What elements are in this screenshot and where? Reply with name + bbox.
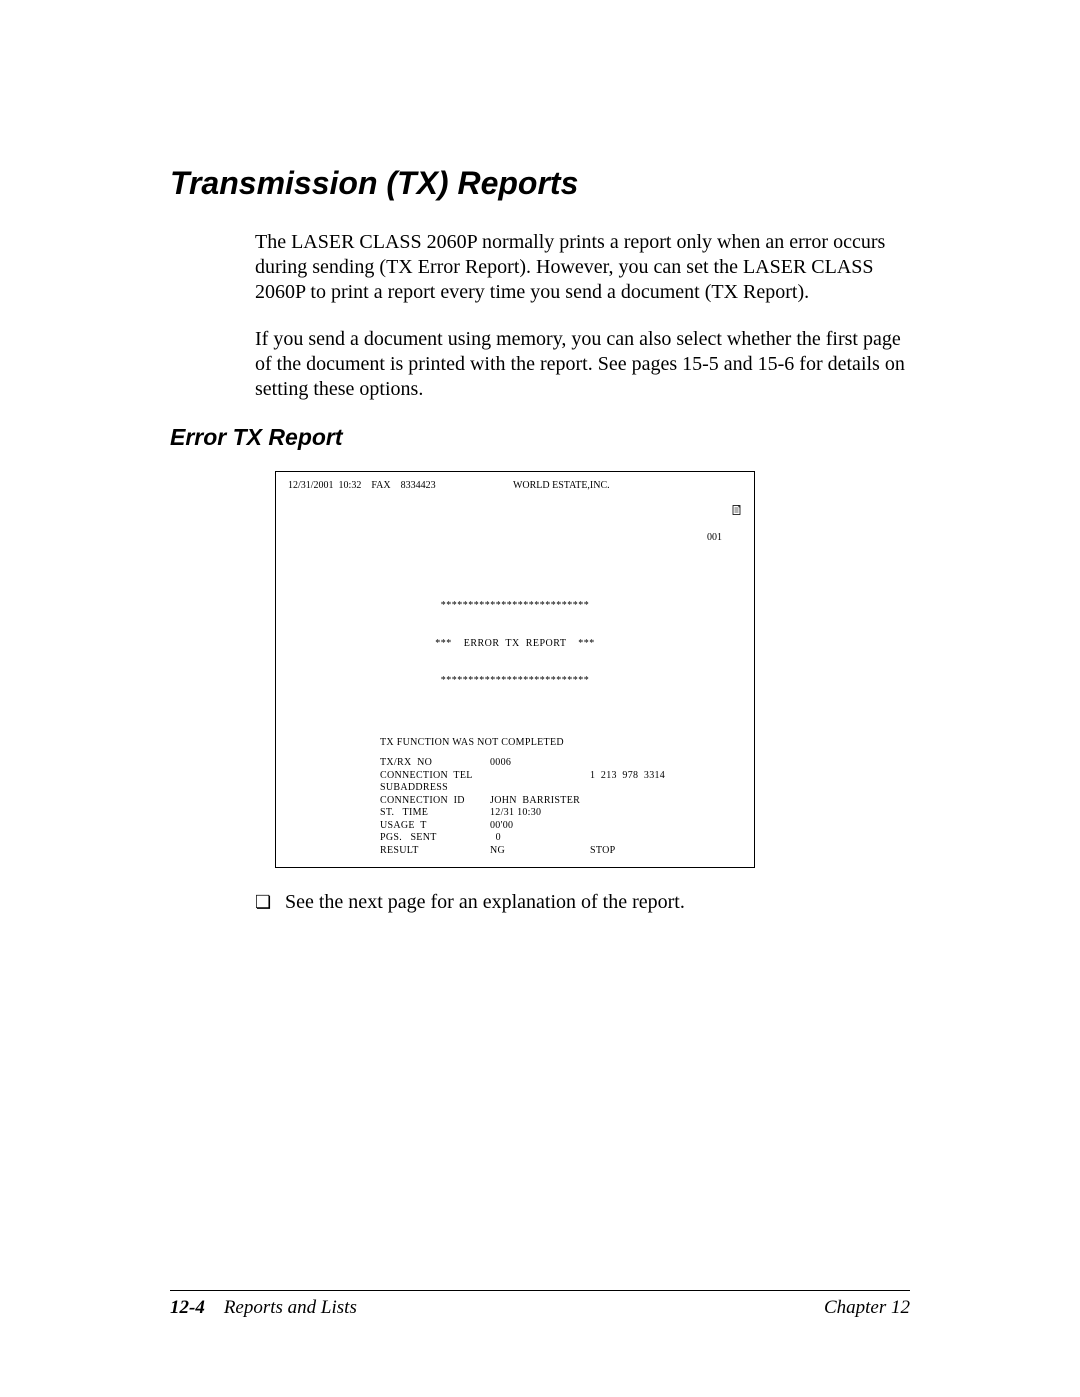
page: Transmission (TX) Reports The LASER CLAS…: [0, 0, 1080, 1397]
note-text: See the next page for an explanation of …: [285, 890, 685, 915]
report-title-stars-top: ***************************: [288, 600, 742, 613]
section-title: Error TX Report: [170, 424, 910, 451]
report-row-value: 0006: [490, 757, 590, 770]
footer-chapter: Chapter 12: [824, 1297, 910, 1319]
report-row: CONNECTION ID JOHN BARRISTER: [380, 795, 742, 808]
report-header-right: 001: [687, 480, 742, 557]
report-status-message: TX FUNCTION WAS NOT COMPLETED: [380, 737, 742, 750]
report-row-value: 12/31 10:30: [490, 807, 590, 820]
report-row: USAGE T 00'00: [380, 820, 742, 833]
report-row-value: NG: [490, 845, 590, 858]
footer-rule: [170, 1290, 910, 1291]
report-row: ST. TIME 12/31 10:30: [380, 807, 742, 820]
report-row-label: PGS. SENT: [380, 832, 490, 845]
footer-left: 12-4 Reports and Lists: [170, 1297, 357, 1319]
report-row-value: 0: [490, 832, 590, 845]
report-row-value: [490, 782, 590, 795]
report-page-count: 001: [707, 532, 722, 543]
report-header: 12/31/2001 10:32 FAX 8334423 WORLD ESTAT…: [288, 480, 742, 557]
report-row-label: TX/RX NO: [380, 757, 490, 770]
report-row: RESULT NG STOP: [380, 845, 742, 858]
footer-page-number: 12-4: [170, 1297, 205, 1318]
paragraph-1: The LASER CLASS 2060P normally prints a …: [255, 230, 910, 305]
report-row-value2: 1 213 978 3314: [590, 770, 665, 783]
report-header-left: 12/31/2001 10:32 FAX 8334423: [288, 480, 436, 557]
report-row-label: RESULT: [380, 845, 490, 858]
report-row-value2: STOP: [590, 845, 615, 858]
report-rows: TX/RX NO 0006 CONNECTION TEL 1 213 978 3…: [288, 757, 742, 857]
report-row: SUBADDRESS: [380, 782, 742, 795]
paragraph-2: If you send a document using memory, you…: [255, 327, 910, 402]
page-title: Transmission (TX) Reports: [170, 165, 910, 202]
report-header-center: WORLD ESTATE,INC.: [513, 480, 610, 557]
bullet-icon: ❏: [255, 890, 285, 914]
page-footer: 12-4 Reports and Lists Chapter 12: [170, 1290, 910, 1319]
report-row-value: [490, 770, 590, 783]
report-row-label: CONNECTION TEL: [380, 770, 490, 783]
report-row: TX/RX NO 0006: [380, 757, 742, 770]
report-row-label: ST. TIME: [380, 807, 490, 820]
report-title-stars-bottom: ***************************: [288, 675, 742, 688]
report-row-value: 00'00: [490, 820, 590, 833]
error-tx-report-sample: 12/31/2001 10:32 FAX 8334423 WORLD ESTAT…: [275, 471, 755, 868]
report-row: CONNECTION TEL 1 213 978 3314: [380, 770, 742, 783]
report-row-label: CONNECTION ID: [380, 795, 490, 808]
body: The LASER CLASS 2060P normally prints a …: [255, 230, 910, 402]
report-row-label: USAGE T: [380, 820, 490, 833]
note: ❏ See the next page for an explanation o…: [255, 890, 910, 915]
report-row-value: JOHN BARRISTER: [490, 795, 590, 808]
footer-line: 12-4 Reports and Lists Chapter 12: [170, 1297, 910, 1319]
report-row-label: SUBADDRESS: [380, 782, 490, 795]
page-icon: [707, 493, 742, 533]
footer-section: Reports and Lists: [224, 1297, 357, 1318]
report-title-line: *** ERROR TX REPORT ***: [288, 638, 742, 651]
report-title-block: *************************** *** ERROR TX…: [288, 575, 742, 713]
report-row: PGS. SENT 0: [380, 832, 742, 845]
